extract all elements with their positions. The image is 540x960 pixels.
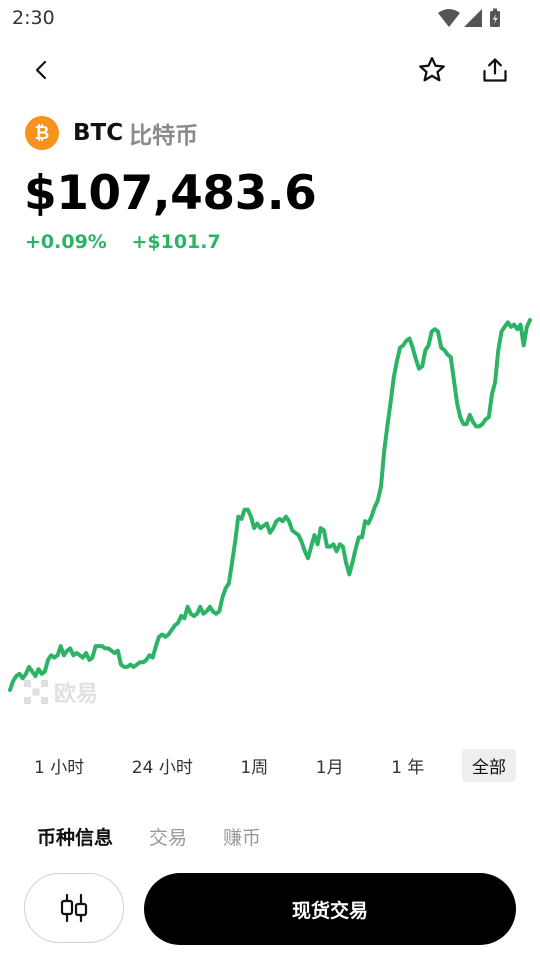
status-time: 2:30: [12, 7, 55, 29]
status-bar: 2:30: [0, 0, 540, 38]
share-icon: [483, 58, 507, 82]
signal-icon: [464, 9, 482, 27]
bitcoin-logo-icon: ₿: [25, 116, 59, 150]
tab-coin-info[interactable]: 币种信息: [37, 823, 113, 850]
back-button[interactable]: [22, 50, 62, 90]
candlestick-chart-button[interactable]: [24, 873, 124, 943]
change-percent: +0.09%: [25, 231, 107, 253]
tab-trade[interactable]: 交易: [149, 823, 187, 850]
range-24h[interactable]: 24 小时: [122, 749, 203, 782]
range-1w[interactable]: 1周: [230, 749, 278, 782]
range-all[interactable]: 全部: [461, 748, 516, 782]
info-tabs: 币种信息 交易 赚币: [37, 823, 261, 850]
system-status-icons: [438, 8, 500, 27]
battery-icon: [490, 8, 500, 27]
price-chart[interactable]: [0, 270, 540, 720]
favorite-button[interactable]: [412, 50, 452, 90]
price-value: $107,483.6: [24, 166, 317, 221]
candlestick-icon: [60, 893, 88, 923]
range-1h[interactable]: 1 小时: [24, 749, 94, 782]
time-range-selector: 1 小时 24 小时 1周 1月 1 年 全部: [24, 748, 516, 782]
spot-trade-button[interactable]: 现货交易: [144, 873, 516, 945]
coin-symbol: BTC: [73, 120, 124, 146]
chevron-left-icon: [35, 60, 47, 80]
watermark-text: 欧易: [54, 682, 99, 707]
price-line: [8, 318, 532, 692]
okx-watermark: 欧易: [24, 678, 99, 707]
change-amount: +$101.7: [131, 231, 221, 253]
okx-logo-icon: [24, 680, 48, 704]
range-1y[interactable]: 1 年: [381, 749, 434, 782]
star-icon: [419, 57, 445, 82]
tab-earn[interactable]: 赚币: [223, 823, 261, 850]
wifi-icon: [438, 9, 460, 27]
coin-header: ₿ BTC 比特币: [25, 116, 198, 150]
coin-name: 比特币: [129, 123, 199, 149]
price-change: +0.09% +$101.7: [25, 231, 221, 253]
range-1m[interactable]: 1月: [306, 749, 354, 782]
share-button[interactable]: [475, 50, 515, 90]
